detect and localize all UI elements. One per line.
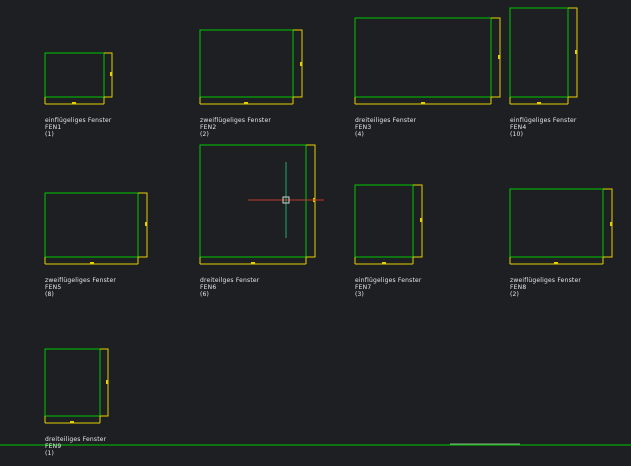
window-code-label: FEN3 (355, 124, 372, 131)
window-block-fen8[interactable] (509, 188, 613, 265)
crosshair-cursor-icon (248, 162, 324, 238)
cad-drawing-canvas[interactable] (0, 0, 631, 466)
window-type-label: dreiteiliges Fenster (45, 436, 107, 443)
window-label-fen3: dreiteiliges Fenster FEN3 (4) (355, 117, 416, 138)
window-block-fen7[interactable] (354, 184, 423, 265)
window-code-label: FEN1 (45, 124, 62, 131)
window-block-fen5[interactable] (44, 192, 148, 265)
window-count-label: (8) (45, 291, 55, 298)
window-count-label: (4) (355, 131, 365, 138)
window-count-label: (1) (45, 450, 55, 457)
window-code-label: FEN7 (355, 284, 372, 291)
window-code-label: FEN8 (510, 284, 527, 291)
window-label-fen9: dreiteiliges Fenster FEN9 (1) (45, 436, 106, 457)
window-block-fen3[interactable] (354, 17, 501, 105)
window-count-label: (3) (355, 291, 365, 298)
window-label-fen2: zweiflügeliges Fenster FEN2 (2) (200, 117, 271, 138)
window-label-fen6: dreiteilges Fenster FEN6 (6) (200, 277, 259, 298)
window-type-label: einflügeliges Fenster (510, 117, 577, 124)
window-block-fen1[interactable] (44, 52, 113, 105)
window-count-label: (6) (200, 291, 210, 298)
window-block-fen9[interactable] (44, 348, 109, 424)
window-block-fen4[interactable] (509, 7, 578, 105)
window-type-label: einflügeliges Fenster (355, 277, 422, 284)
window-type-label: dreiteiliges Fenster (355, 117, 417, 124)
window-label-fen5: zweiflügeliges Fenster FEN5 (8) (45, 277, 116, 298)
window-block-fen2[interactable] (199, 29, 303, 105)
window-label-fen4: einflügeliges Fenster FEN4 (10) (510, 117, 577, 138)
window-type-label: zweiflügeliges Fenster (45, 277, 117, 284)
window-code-label: FEN5 (45, 284, 62, 291)
window-type-label: einflügeliges Fenster (45, 117, 112, 124)
window-count-label: (2) (200, 131, 210, 138)
window-count-label: (1) (45, 131, 55, 138)
window-count-label: (2) (510, 291, 520, 298)
window-code-label: FEN9 (45, 443, 62, 450)
window-type-label: dreiteilges Fenster (200, 277, 260, 284)
window-block-fen6[interactable] (199, 144, 316, 265)
window-code-label: FEN6 (200, 284, 217, 291)
window-code-label: FEN2 (200, 124, 217, 131)
window-label-fen7: einflügeliges Fenster FEN7 (3) (355, 277, 422, 298)
window-label-fen1: einflügeliges Fenster FEN1 (1) (45, 117, 112, 138)
window-label-fen8: zweiflügeliges Fenster FEN8 (2) (510, 277, 581, 298)
window-type-label: zweiflügeliges Fenster (510, 277, 582, 284)
window-type-label: zweiflügeliges Fenster (200, 117, 272, 124)
window-count-label: (10) (510, 131, 524, 138)
window-code-label: FEN4 (510, 124, 527, 131)
